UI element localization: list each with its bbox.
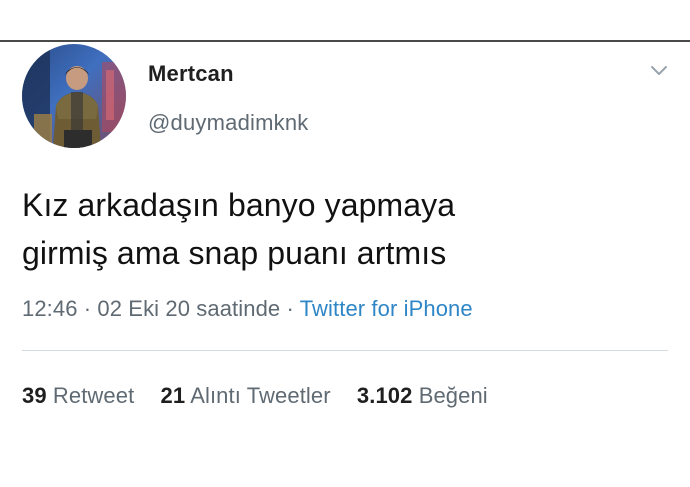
retweets-count: 39 — [22, 383, 47, 408]
retweets-stat[interactable]: 39 Retweet — [22, 383, 141, 408]
profile-photo — [22, 44, 126, 148]
tweet-time[interactable]: 12:46 — [22, 296, 78, 321]
tweet-date[interactable]: 02 Eki 20 saatinde — [97, 296, 280, 321]
avatar[interactable] — [22, 44, 126, 148]
likes-count: 3.102 — [356, 383, 413, 408]
top-divider — [0, 40, 690, 42]
quotes-count: 21 — [160, 383, 186, 408]
tweet-menu-button[interactable] — [648, 60, 670, 82]
tweet-screenshot: Mertcan @duymadimknk Kız arkadaşın banyo… — [0, 0, 690, 487]
likes-label: Beğeni — [418, 383, 488, 408]
retweets-label: Retweet — [52, 383, 135, 408]
tweet-text-line-2: girmiş ama snap puanı artmıs — [22, 235, 447, 271]
user-handle[interactable]: @duymadimknk — [148, 110, 308, 136]
stats-divider — [22, 350, 668, 351]
meta-separator-1: · — [77, 296, 98, 321]
meta-separator-2: · — [280, 296, 300, 321]
display-name[interactable]: Mertcan — [148, 61, 234, 87]
tweet-source-link[interactable]: Twitter for iPhone — [300, 296, 473, 321]
engagement-stats: 39 Retweet 21 Alıntı Tweetler 3.102 Beğe… — [22, 383, 488, 409]
quotes-stat[interactable]: 21 Alıntı Tweetler — [161, 383, 337, 408]
chevron-down-icon — [651, 66, 667, 75]
tweet-text: Kız arkadaşın banyo yapmaya girmiş ama s… — [22, 181, 662, 277]
tweet-text-line-1: Kız arkadaşın banyo yapmaya — [22, 187, 456, 223]
quotes-label: Alıntı Tweetler — [190, 383, 331, 408]
tweet-metadata: 12:46 · 02 Eki 20 saatinde · Twitter for… — [22, 296, 473, 322]
likes-stat[interactable]: 3.102 Beğeni — [357, 383, 488, 408]
